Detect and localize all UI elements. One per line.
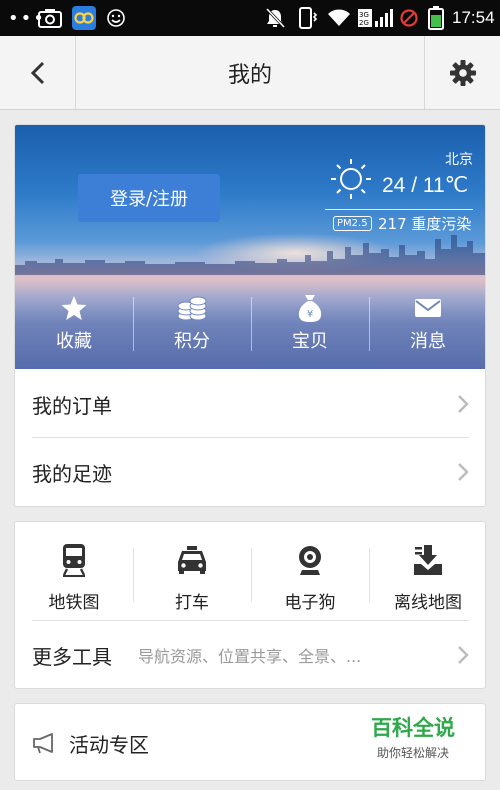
weather-city: 北京 xyxy=(445,152,473,168)
app-icon xyxy=(72,0,96,36)
watermark-title: 百科全说 xyxy=(371,716,455,740)
tool-label: 打车 xyxy=(175,593,209,613)
star-icon xyxy=(61,296,87,320)
watermark-subtitle: 助你轻松解决 xyxy=(376,746,449,760)
nav-bar: 我的 xyxy=(0,36,500,110)
chevron-right-icon xyxy=(458,463,469,481)
battery-icon xyxy=(428,0,444,36)
gear-icon xyxy=(449,59,476,86)
profile-banner: 登录/注册 北京 24 / 11℃ PM2.5 217 重度污染 收藏 积分 ¥… xyxy=(15,125,485,369)
quick-action-label: 消息 xyxy=(410,331,446,352)
money-bag-icon: ¥ xyxy=(298,295,322,322)
quick-action-label: 收藏 xyxy=(56,331,92,352)
tool-label: 离线地图 xyxy=(394,593,462,613)
my-orders-row[interactable]: 我的订单 xyxy=(15,370,485,438)
quick-action-favorites[interactable]: 收藏 xyxy=(15,291,133,361)
quick-action-treasure[interactable]: ¥ 宝贝 xyxy=(251,291,369,361)
settings-button[interactable] xyxy=(424,36,500,109)
quick-action-label: 积分 xyxy=(174,331,210,352)
camera-icon xyxy=(38,0,62,36)
quick-action-messages[interactable]: 消息 xyxy=(369,291,485,361)
back-button[interactable] xyxy=(0,36,76,109)
envelope-icon xyxy=(415,299,441,317)
mute-icon xyxy=(264,0,286,36)
status-time: 17:54 xyxy=(452,8,495,27)
tool-subway-map[interactable]: 地铁图 xyxy=(15,542,133,614)
more-tools-description: 导航资源、位置共享、全景、... xyxy=(138,647,362,666)
watermark-logo: 百科全说 助你轻松解决 xyxy=(353,712,473,761)
chevron-right-icon xyxy=(458,395,469,413)
tool-label: 地铁图 xyxy=(48,593,100,613)
svg-text:3G: 3G xyxy=(359,11,369,19)
profile-card: 登录/注册 北京 24 / 11℃ PM2.5 217 重度污染 收藏 积分 ¥… xyxy=(14,124,486,507)
tools-card: 地铁图 打车 电子狗 离线地图 更多工具 导航资源、位置共享、全景、... xyxy=(14,521,486,689)
more-tools-label: 更多工具 xyxy=(32,644,112,669)
status-bar: ••• 3G 2G 17:54 xyxy=(0,0,500,36)
tool-speed-camera[interactable]: 电子狗 xyxy=(251,542,369,614)
coins-icon xyxy=(177,296,207,321)
smile-icon xyxy=(106,0,126,36)
tool-taxi[interactable]: 打车 xyxy=(133,542,251,614)
more-tools-row[interactable]: 更多工具 导航资源、位置共享、全景、... xyxy=(32,621,485,688)
tools-grid: 地铁图 打车 电子狗 离线地图 xyxy=(15,542,485,614)
chevron-right-icon xyxy=(458,646,469,664)
quick-action-label: 宝贝 xyxy=(292,331,328,352)
tool-label: 电子狗 xyxy=(284,593,336,613)
subway-icon xyxy=(62,544,86,577)
activity-label: 活动专区 xyxy=(69,732,149,757)
sun-icon xyxy=(331,159,371,199)
camera-dog-icon xyxy=(299,546,321,575)
my-footprint-row[interactable]: 我的足迹 xyxy=(15,438,485,506)
blocked-icon xyxy=(399,0,419,36)
chevron-left-icon xyxy=(30,61,44,84)
weather-temperature: 24 / 11℃ xyxy=(382,174,469,197)
vibrate-icon xyxy=(297,0,319,36)
quick-action-points[interactable]: 积分 xyxy=(133,291,251,361)
quick-actions: 收藏 积分 ¥ 宝贝 消息 xyxy=(15,291,485,361)
page-title: 我的 xyxy=(227,62,272,88)
megaphone-icon xyxy=(33,733,53,754)
weather-divider xyxy=(325,209,473,210)
taxi-icon xyxy=(178,546,206,574)
svg-text:2G: 2G xyxy=(359,19,369,27)
row-label: 我的足迹 xyxy=(32,461,112,486)
wifi-icon xyxy=(326,0,352,36)
login-register-button[interactable]: 登录/注册 xyxy=(78,174,220,222)
row-label: 我的订单 xyxy=(32,393,112,418)
pm25-badge: PM2.5 xyxy=(333,216,372,231)
tool-offline-map[interactable]: 离线地图 xyxy=(369,542,485,614)
download-map-icon xyxy=(414,545,442,575)
air-quality-text: 217 重度污染 xyxy=(378,215,472,233)
signal-icon: 3G 2G xyxy=(358,0,394,36)
svg-text:¥: ¥ xyxy=(307,309,313,320)
